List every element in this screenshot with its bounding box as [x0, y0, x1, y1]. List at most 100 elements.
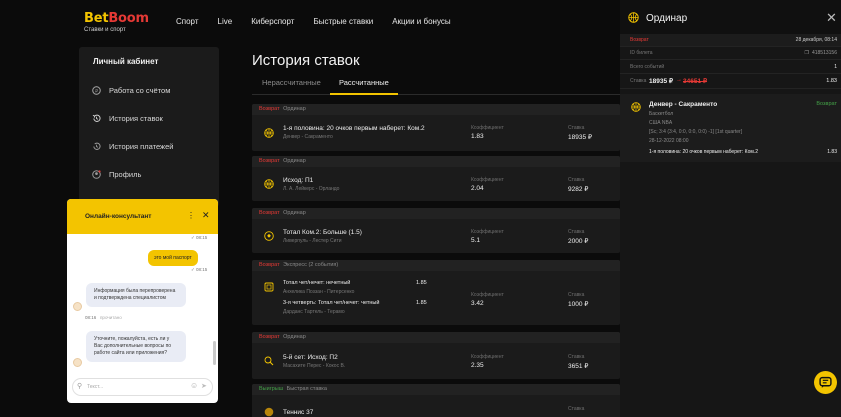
bet-type: Быстрая ставка	[286, 386, 327, 392]
bet-status: Возврат	[259, 210, 280, 216]
bet-type: Ординар	[283, 158, 306, 164]
bet-event: Ливерпуль - Лестер Сити	[283, 238, 342, 244]
coupon-stake-row: Ставка 18935 ₽ → 34651 ₽ 1.83	[620, 75, 841, 89]
bet-card[interactable]: Возврат Ординар Тотал Ком.2: Больше (1.5…	[252, 208, 620, 253]
send-icon[interactable]: ➤	[201, 382, 207, 390]
coupon-coef-value: 1.83	[826, 78, 837, 84]
bet-event: Масахите Перес - Кокос В.	[283, 363, 346, 369]
tab-settled[interactable]: Рассчитанные	[339, 78, 389, 87]
bet-tabs: Нерассчитанные Рассчитанные	[252, 71, 620, 95]
timestamp-text: 08:15	[196, 235, 208, 240]
coupon-events-row: Всего событий 1	[620, 61, 841, 74]
bet-card[interactable]: Выигрыш Быстрая ставка Теннис 37 Ставка	[252, 384, 620, 417]
coupon-event-score: [Sc; 3:4 (3:4, 0:0, 0:0, 0:0) -1] [1st q…	[649, 129, 743, 135]
bet-status: Выигрыш	[259, 386, 284, 392]
coupon-events-value: 1	[834, 64, 837, 70]
agent-avatar	[73, 302, 82, 311]
arrow-right-icon: →	[676, 77, 682, 83]
coupon-event-time: 28-12-2022 08:00	[649, 138, 689, 144]
bet-market: Исход: П1	[283, 177, 314, 184]
bet-type: Ординар	[283, 334, 306, 340]
basketball-icon	[264, 128, 274, 138]
coef-value: 3.42	[471, 300, 484, 307]
active-tab-indicator	[330, 93, 398, 95]
coupon-header: Ординар ✕	[620, 0, 841, 34]
coupon-event-league: США NBA	[649, 120, 673, 126]
nav-sport[interactable]: Спорт	[176, 17, 199, 26]
coef-label: Коэффициент	[471, 354, 504, 360]
stake-label: Ставка	[568, 125, 585, 131]
sidebar-item-account[interactable]: ₽ Работа со счётом	[91, 85, 170, 95]
coef-value: 5.1	[471, 237, 481, 244]
svg-text:₽: ₽	[95, 88, 98, 94]
nav-esports[interactable]: Киберспорт	[251, 17, 294, 26]
agent-avatar	[73, 358, 82, 367]
coupon-stake-label: Ставка	[630, 78, 647, 84]
close-icon[interactable]: ✕	[826, 10, 837, 26]
bet-status: Возврат	[259, 334, 280, 340]
bet-card-express[interactable]: Возврат Экспресс (2 события) Тотал чет/н…	[252, 260, 620, 325]
logo-text-b: Boom	[108, 11, 149, 26]
coupon-event-status: Возврат	[816, 101, 837, 107]
nav-live[interactable]: Live	[218, 17, 233, 26]
bet-card-header: Возврат Ординар	[252, 104, 620, 115]
sidebar-item-label: История ставок	[109, 113, 163, 123]
emoji-icon[interactable]: ☺	[190, 381, 198, 390]
coupon-id-value[interactable]: ❐ 418513156	[804, 50, 837, 56]
coef-label: Коэффициент	[471, 229, 504, 235]
coupon-title: Ординар	[646, 13, 688, 24]
coupon-events-label: Всего событий	[630, 64, 665, 70]
coef-label: Коэффициент	[471, 292, 504, 298]
football-icon	[264, 231, 274, 241]
page-title: История ставок	[252, 52, 360, 69]
table-tennis-icon	[264, 356, 274, 366]
bet-market: Тотал Ком.2: Больше (1.5)	[283, 229, 362, 236]
history-icon	[91, 113, 101, 123]
basketball-icon	[264, 179, 274, 189]
support-chat-button[interactable]	[814, 371, 837, 394]
copy-icon[interactable]: ❐	[804, 50, 808, 56]
coef-value: 2.04	[471, 185, 484, 192]
sidebar-item-profile[interactable]: Профиль	[91, 169, 141, 179]
express-leg-coef: 1.85	[416, 300, 427, 306]
payments-history-icon	[91, 141, 101, 151]
chat-header: Онлайн-консультант ⋮ ✕	[67, 199, 218, 234]
chat-input[interactable]	[87, 382, 187, 392]
coef-label: Коэффициент	[471, 177, 504, 183]
coupon-event-sport: Баскетбол	[649, 111, 674, 117]
stake-label: Ставка	[568, 354, 585, 360]
coupon-event-coef: 1.83	[827, 149, 837, 155]
sidebar-title: Личный кабинет	[93, 57, 159, 66]
bet-card[interactable]: Возврат Ординар Исход: П1 Л. А. Лейкерс …	[252, 156, 620, 201]
bet-status: Возврат	[259, 158, 280, 164]
message-timestamp: 08:16	[85, 315, 97, 320]
nav-promos[interactable]: Акции и бонусы	[392, 17, 450, 26]
bet-card[interactable]: Возврат Ординар 5-й сет: Исход: П2 Масах…	[252, 332, 620, 379]
express-icon	[264, 282, 274, 292]
stake-value: 1000 ₽	[568, 301, 589, 308]
sidebar-item-label: История платежей	[109, 141, 174, 151]
stake-value: 18935 ₽	[568, 134, 593, 141]
sidebar-item-payments[interactable]: История платежей	[91, 141, 173, 151]
attach-icon[interactable]: ⚲	[77, 382, 82, 390]
tab-unsettled[interactable]: Нерассчитанные	[262, 78, 321, 87]
sidebar-item-label: Работа со счётом	[109, 85, 171, 95]
more-options-icon[interactable]: ⋮	[187, 211, 195, 220]
coupon-event-market: 1-я половина: 20 очков первым наберет: К…	[649, 149, 758, 155]
nav-fast-bets[interactable]: Быстрые ставки	[313, 17, 373, 26]
coupon-payout-value: 34651 ₽	[683, 78, 708, 85]
sidebar-item-bet-history[interactable]: История ставок	[91, 113, 163, 123]
bet-type: Ординар	[283, 210, 306, 216]
coef-value: 1.83	[471, 133, 484, 140]
chat-scrollbar[interactable]	[213, 341, 216, 365]
bet-card[interactable]: Возврат Ординар 1-я половина: 20 очков п…	[252, 104, 620, 151]
coupon-event-name: Денвер - Сакраменто	[649, 101, 718, 108]
message-incoming: Уточните, пожалуйста, есть ли у Вас допо…	[86, 331, 186, 362]
logo[interactable]: BetBoom Ставки и спорт	[84, 11, 149, 33]
coupon-panel: Ординар ✕ Возврат 28 декабря, 08:14 ID б…	[620, 0, 841, 417]
sidebar-item-label: Профиль	[109, 169, 142, 179]
profile-icon	[91, 169, 101, 179]
bet-status: Возврат	[259, 262, 280, 268]
close-icon[interactable]: ✕	[202, 210, 210, 221]
bet-card-header: Выигрыш Быстрая ставка	[252, 384, 620, 395]
